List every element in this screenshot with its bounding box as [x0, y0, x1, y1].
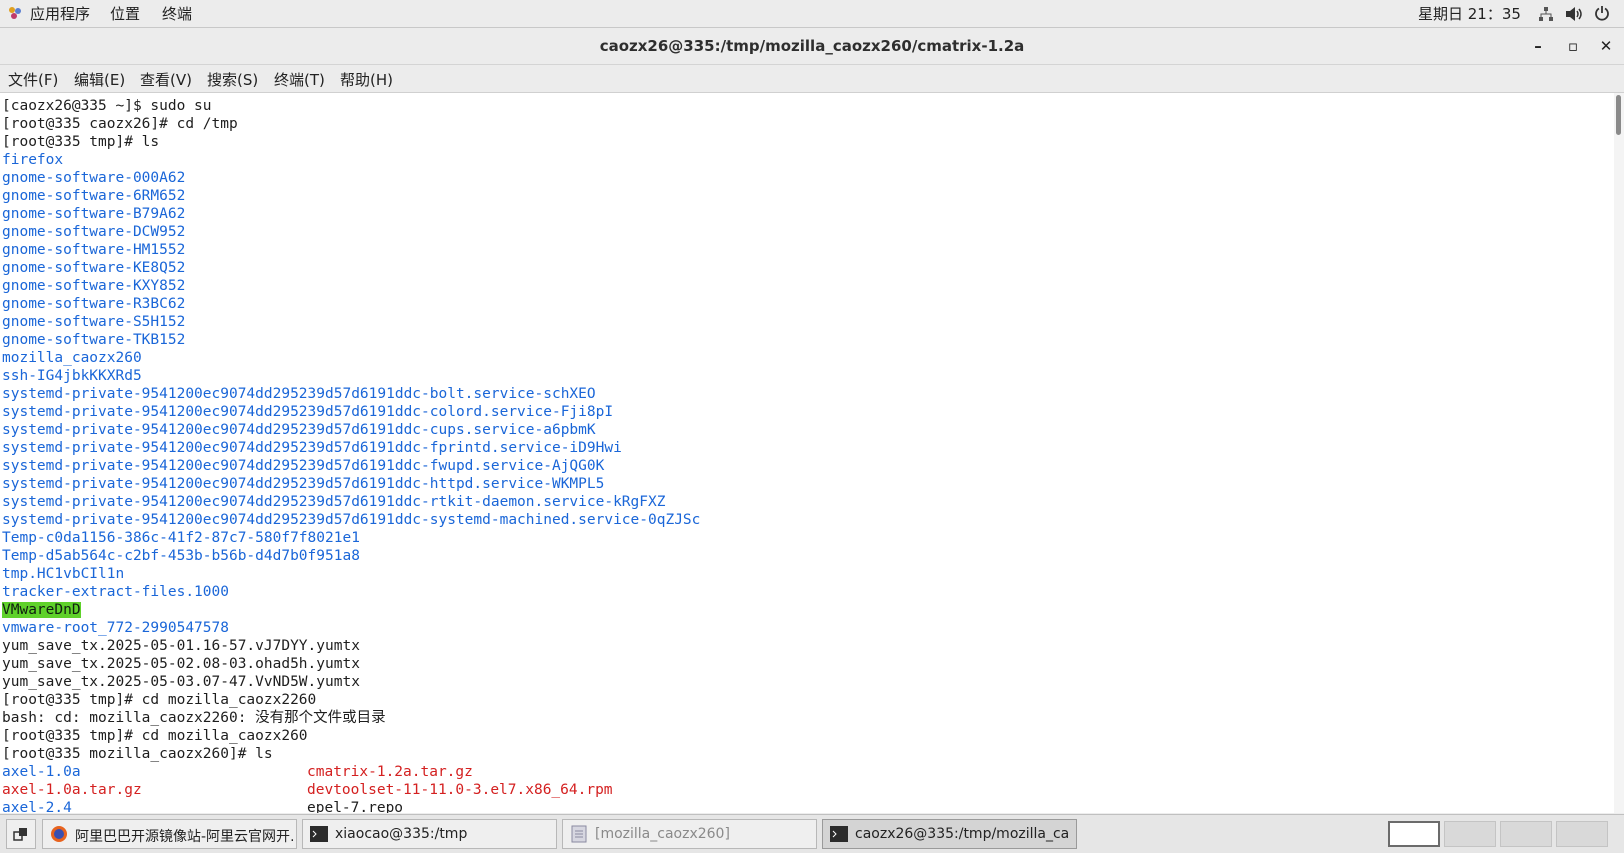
terminal-icon	[310, 826, 328, 842]
terminal-line: [root@335 tmp]# cd mozilla_caozx260	[2, 728, 308, 744]
volume-icon[interactable]	[1565, 6, 1583, 22]
listing-entry: axel-1.0a.tar.gz	[2, 782, 142, 798]
menu-file[interactable]: 文件(F)	[8, 69, 58, 90]
window-title: caozx26@335:/tmp/mozilla_caozx260/cmatri…	[599, 37, 1025, 55]
terminal-line: yum_save_tx.2025-05-02.08-03.ohad5h.yumt…	[2, 656, 360, 672]
menu-search[interactable]: 搜索(S)	[207, 69, 258, 90]
terminal-line: systemd-private-9541200ec9074dd295239d57…	[2, 476, 605, 492]
terminal-line: gnome-software-B79A62	[2, 206, 186, 222]
scrollbar[interactable]	[1614, 93, 1624, 813]
terminal-line: tracker-extract-files.1000	[2, 584, 229, 600]
menubar: 文件(F) 编辑(E) 查看(V) 搜索(S) 终端(T) 帮助(H)	[0, 65, 1624, 93]
terminal-line: [root@335 tmp]# cd mozilla_caozx2260	[2, 692, 317, 708]
applications-icon[interactable]	[8, 6, 22, 20]
terminal-line: mozilla_caozx260	[2, 350, 142, 366]
show-desktop-icon	[13, 828, 27, 841]
task-firefox[interactable]: 阿里巴巴开源镜像站-阿里云官网开…	[42, 819, 297, 849]
close-button[interactable]: ✕	[1596, 36, 1616, 56]
terminal-line: firefox	[2, 152, 64, 168]
terminal-line: gnome-software-HM1552	[2, 242, 186, 258]
task-label: xiaocao@335:/tmp	[335, 826, 468, 842]
terminal-line: gnome-software-KXY852	[2, 278, 186, 294]
terminal-line: systemd-private-9541200ec9074dd295239d57…	[2, 458, 605, 474]
clock[interactable]: 星期日 21：35	[1418, 3, 1521, 24]
terminal-line: [root@335 mozilla_caozx260]# ls	[2, 746, 273, 762]
terminal-line: Temp-c0da1156-386c-41f2-87c7-580f7f8021e…	[2, 530, 360, 546]
terminal-line: [root@335 caozx26]# cd /tmp	[2, 116, 238, 132]
power-icon[interactable]	[1594, 5, 1610, 21]
terminal-line: gnome-software-R3BC62	[2, 296, 186, 312]
menu-view[interactable]: 查看(V)	[140, 69, 192, 90]
terminal-line: vmware-root_772-2990547578	[2, 620, 229, 636]
taskbar: 阿里巴巴开源镜像站-阿里云官网开… xiaocao@335:/tmp [mozi…	[0, 814, 1624, 853]
menu-terminal[interactable]: 终端(T)	[274, 69, 325, 90]
terminal-line: systemd-private-9541200ec9074dd295239d57…	[2, 440, 622, 456]
terminal-line: systemd-private-9541200ec9074dd295239d57…	[2, 386, 596, 402]
terminal-line: systemd-private-9541200ec9074dd295239d57…	[2, 422, 596, 438]
terminal-line: systemd-private-9541200ec9074dd295239d57…	[2, 404, 614, 420]
task-label: [mozilla_caozx260]	[595, 826, 730, 842]
terminal-line: [root@335 tmp]# ls	[2, 134, 160, 150]
firefox-icon	[51, 826, 67, 842]
terminal-line: gnome-software-TKB152	[2, 332, 186, 348]
terminal-line: gnome-software-KE8Q52	[2, 260, 186, 276]
task-file-manager[interactable]: [mozilla_caozx260]	[562, 819, 817, 849]
terminal-line: yum_save_tx.2025-05-01.16-57.vJ7DYY.yumt…	[2, 638, 360, 654]
workspace-2[interactable]	[1444, 821, 1496, 847]
listing-entry: devtoolset-11-11.0-3.el7.x86_64.rpm	[307, 782, 613, 798]
maximize-button[interactable]: ▫	[1563, 36, 1583, 56]
terminal-line: Temp-d5ab564c-c2bf-453b-b56b-d4d7b0f951a…	[2, 548, 360, 564]
places-menu[interactable]: 位置	[110, 3, 140, 24]
task-label: 阿里巴巴开源镜像站-阿里云官网开…	[75, 829, 293, 845]
show-desktop-button[interactable]	[6, 819, 36, 849]
terminal-line: bash: cd: mozilla_caozx2260: 没有那个文件或目录	[2, 710, 386, 726]
listing-entry: epel-7.repo	[307, 800, 404, 813]
terminal-app-menu[interactable]: 终端	[162, 3, 192, 24]
terminal-line: systemd-private-9541200ec9074dd295239d57…	[2, 512, 701, 528]
task-terminal-caozx26[interactable]: caozx26@335:/tmp/mozilla_caozx-…	[822, 819, 1077, 849]
terminal-line: gnome-software-000A62	[2, 170, 186, 186]
terminal-line: gnome-software-6RM652	[2, 188, 186, 204]
listing-entry: axel-2.4	[2, 800, 72, 813]
terminal-line: systemd-private-9541200ec9074dd295239d57…	[2, 494, 666, 510]
file-manager-icon	[571, 825, 587, 843]
top-panel: 应用程序 位置 终端 星期日 21：35	[0, 0, 1624, 28]
terminal-line: VMwareDnD	[2, 602, 81, 618]
terminal-line: yum_save_tx.2025-05-03.07-47.VvND5W.yumt…	[2, 674, 360, 690]
terminal-output[interactable]: [caozx26@335 ~]$ sudo su [root@335 caozx2…	[0, 93, 1614, 813]
task-terminal-xiaocao[interactable]: xiaocao@335:/tmp	[302, 819, 557, 849]
terminal-line: tmp.HC1vbCIl1n	[2, 566, 125, 582]
scrollbar-thumb[interactable]	[1616, 95, 1621, 135]
terminal-line: gnome-software-DCW952	[2, 224, 186, 240]
network-icon[interactable]	[1538, 6, 1554, 22]
terminal-line: gnome-software-S5H152	[2, 314, 186, 330]
menu-help[interactable]: 帮助(H)	[340, 69, 393, 90]
terminal-icon	[830, 826, 848, 842]
terminal-line: [caozx26@335 ~]$ sudo su	[2, 98, 212, 114]
workspace-3[interactable]	[1500, 821, 1552, 847]
workspace-4[interactable]	[1556, 821, 1608, 847]
listing-entry: axel-1.0a	[2, 764, 81, 780]
terminal-line: ssh-IG4jbkKKXRd5	[2, 368, 142, 384]
window-titlebar: caozx26@335:/tmp/mozilla_caozx260/cmatri…	[0, 28, 1624, 65]
workspace-1[interactable]	[1388, 821, 1440, 847]
applications-menu[interactable]: 应用程序	[30, 3, 90, 24]
minimize-button[interactable]: –	[1528, 36, 1548, 56]
task-label: caozx26@335:/tmp/mozilla_caozx-…	[855, 826, 1070, 842]
menu-edit[interactable]: 编辑(E)	[74, 69, 125, 90]
listing-entry: cmatrix-1.2a.tar.gz	[307, 764, 473, 780]
